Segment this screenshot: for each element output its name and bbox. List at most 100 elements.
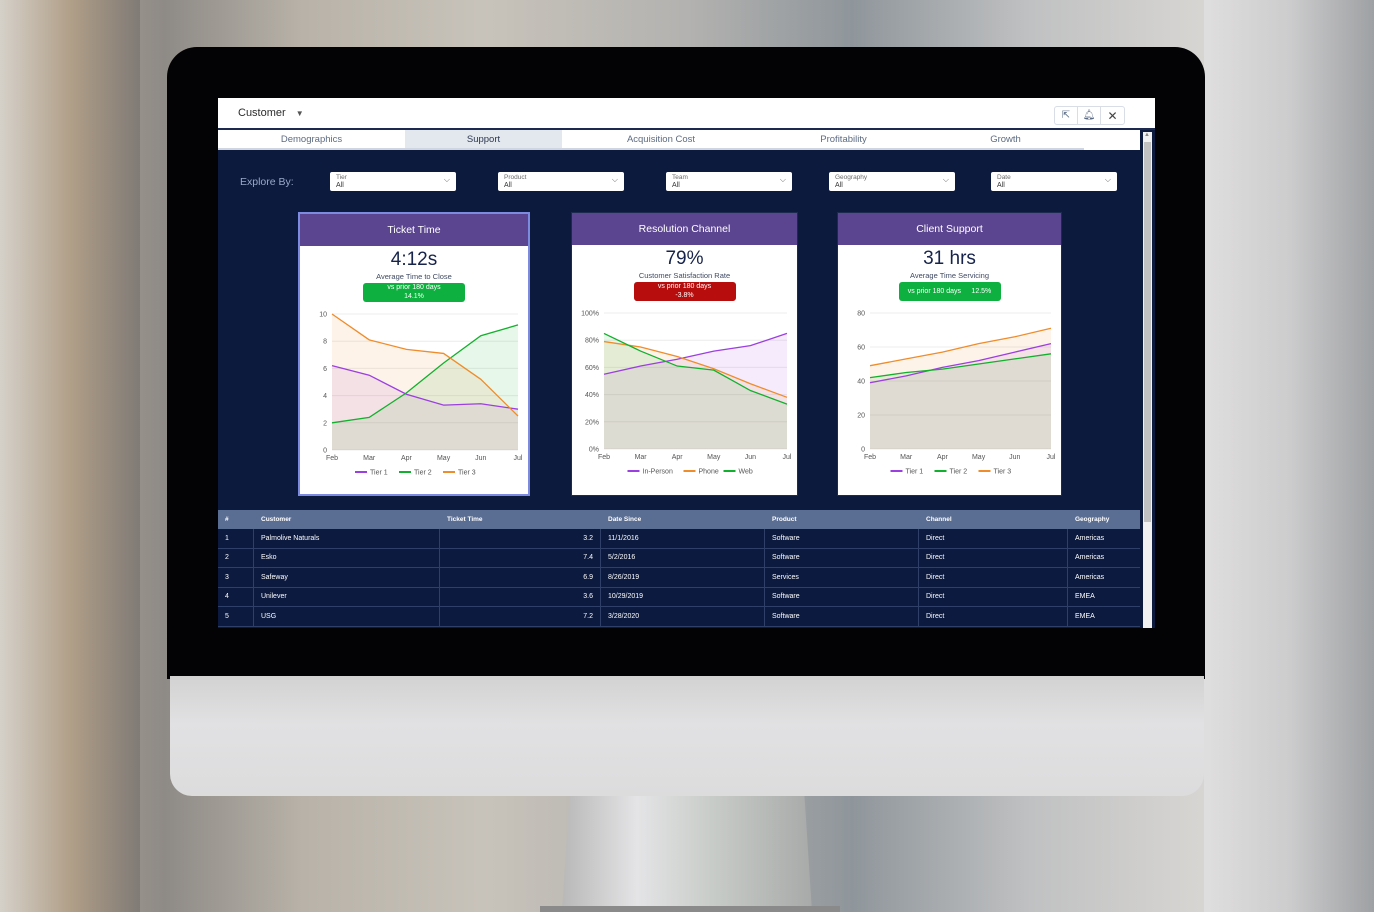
action-button-group: ⇱ 🔔︎ ✕ (1054, 106, 1125, 125)
badge-value: 14.1% (404, 292, 424, 300)
y-tick-label: 80 (857, 311, 865, 318)
caret-down-icon[interactable]: ▼ (296, 109, 304, 118)
badge-caption: vs prior 180 days (387, 284, 441, 291)
column-header-geography[interactable]: Geography (1068, 510, 1140, 529)
table-row[interactable]: 4 Unilever 3.6 10/29/2019 Software Direc… (218, 587, 1140, 607)
cell-date-since: 8/26/2019 (601, 568, 765, 587)
object-title[interactable]: Customer (238, 107, 286, 119)
card-title: Client Support (838, 213, 1061, 245)
cell-customer: Unilever (254, 587, 440, 606)
filter-bar: Explore By: Tier All ⌵ Product All ⌵ Tea… (218, 170, 1140, 194)
cell-geography: EMEA (1075, 612, 1095, 620)
filter-value: All (997, 182, 1005, 189)
cell-ticket-time: 6.9 (440, 568, 601, 587)
x-tick-label: Mar (363, 455, 376, 462)
cell-customer: Palmolive Naturals (254, 529, 440, 548)
filter-value: All (336, 182, 344, 189)
column-header-customer[interactable]: Customer (254, 510, 440, 529)
cell-number: 3 (218, 568, 254, 587)
x-tick-label: Feb (864, 454, 876, 461)
legend-label: Web (739, 469, 753, 476)
tab-support[interactable]: Support (405, 130, 562, 150)
y-tick-label: 60% (585, 365, 599, 372)
chart-ticket-time: 0 2 4 6 8 10 Feb Mar Apr May Jun Jul Tier 1 Tier 2 Tie… (300, 302, 528, 486)
cell-geography: Americas (1075, 554, 1105, 562)
tab-acquisition-cost[interactable]: Acquisition Cost (562, 130, 760, 150)
legend-label: In-Person (643, 469, 673, 476)
y-tick-label: 10 (319, 312, 327, 319)
y-tick-label: 2 (323, 420, 327, 427)
x-tick-label: Mar (900, 454, 913, 461)
x-tick-label: Apr (401, 455, 413, 462)
share-icon[interactable]: ⇱ (1055, 107, 1078, 124)
trend-badge: vs prior 180 days 12.5% (898, 282, 1001, 301)
cell-customer: Safeway (254, 568, 440, 587)
scrollbar-thumb[interactable] (1144, 142, 1151, 522)
monitor-stand-base (540, 906, 840, 912)
badge-caption: vs prior 180 days (657, 283, 712, 290)
legend-label: Tier 3 (458, 470, 476, 477)
table-row[interactable]: 3 Safeway 6.9 8/26/2019 Services Direct … (218, 568, 1140, 588)
tab-demographics[interactable]: Demographics (218, 130, 405, 150)
column-header-date-since[interactable]: Date Since (601, 510, 765, 529)
cell-number: 4 (218, 587, 254, 606)
x-tick-label: Jul (514, 455, 523, 462)
vertical-scrollbar[interactable]: ▲ (1143, 132, 1152, 628)
chevron-down-icon: ⌵ (1104, 175, 1111, 184)
y-tick-label: 0% (589, 447, 599, 454)
card-client-support[interactable]: Client Support 31 hrs Average Time Servi… (837, 212, 1062, 496)
column-header-ticket-time[interactable]: Ticket Time (440, 510, 601, 529)
notify-icon[interactable]: 🔔︎ (1078, 107, 1101, 124)
filter-product[interactable]: Product All ⌵ (498, 172, 624, 191)
filter-label: Date (997, 174, 1011, 181)
card-resolution-channel[interactable]: Resolution Channel 79% Customer Satisfac… (571, 212, 798, 496)
column-header-channel[interactable]: Channel (919, 510, 1068, 529)
tab-profitability[interactable]: Profitability (760, 130, 927, 150)
cell-geography: Americas (1075, 573, 1105, 581)
cell-customer: USG (254, 607, 440, 626)
scroll-up-icon[interactable]: ▲ (1144, 132, 1150, 138)
background-blur-left (0, 0, 140, 912)
cell-date-since: 10/29/2019 (601, 587, 765, 606)
card-title: Ticket Time (300, 214, 528, 246)
table-row[interactable]: 2 Esko 7.4 5/2/2016 Software Direct Amer… (218, 548, 1140, 568)
y-tick-label: 0 (323, 448, 327, 455)
tab-growth[interactable]: Growth (927, 130, 1084, 150)
y-tick-label: 4 (323, 393, 327, 400)
table-row[interactable]: 1 Palmolive Naturals 3.2 11/1/2016 Softw… (218, 529, 1140, 549)
cell-date-since: 11/1/2016 (601, 529, 765, 548)
filter-label: Tier (336, 174, 347, 181)
trend-badge: vs prior 180 days 14.1% (363, 283, 465, 302)
x-tick-label: Apr (937, 454, 949, 461)
table-row[interactable]: 5 USG 7.2 3/28/2020 Software Direct EMEA (218, 607, 1140, 627)
filter-team[interactable]: Team All ⌵ (666, 172, 792, 191)
y-tick-label: 100% (581, 311, 599, 318)
card-ticket-time[interactable]: Ticket Time 4:12s Average Time to Close … (298, 212, 530, 496)
cell-product: Software (765, 548, 919, 567)
column-header-number[interactable]: # (218, 510, 254, 529)
filter-value: All (835, 182, 843, 189)
monitor-chin (170, 676, 1204, 796)
cell-ticket-time: 3.6 (440, 587, 601, 606)
filter-tier[interactable]: Tier All ⌵ (330, 172, 456, 191)
chart-client-support: 0 20 40 60 80 Feb Mar Apr May Jun Jul Tier 1 Tier 2 T… (838, 301, 1061, 485)
cell-channel: Direct (919, 568, 1068, 587)
filter-date[interactable]: Date All ⌵ (991, 172, 1117, 191)
x-tick-label: Jun (1009, 454, 1020, 461)
x-tick-label: Jul (1047, 454, 1056, 461)
x-tick-label: Mar (635, 454, 648, 461)
cell-product: Software (765, 587, 919, 606)
chevron-down-icon: ⌵ (443, 175, 450, 184)
x-tick-label: Jun (475, 455, 486, 462)
y-tick-label: 20 (857, 413, 865, 420)
background-blur-right (1204, 0, 1374, 912)
cell-product: Software (765, 529, 919, 548)
filter-geography[interactable]: Geography All ⌵ (829, 172, 955, 191)
close-icon[interactable]: ✕ (1101, 107, 1124, 124)
cell-customer: Esko (254, 548, 440, 567)
tab-bar: Demographics Support Acquisition Cost Pr… (218, 130, 1140, 150)
column-header-product[interactable]: Product (765, 510, 919, 529)
y-tick-label: 6 (323, 366, 327, 373)
trend-badge: vs prior 180 days -3.8% (633, 282, 736, 301)
kpi-label: Average Time Servicing (909, 271, 990, 280)
